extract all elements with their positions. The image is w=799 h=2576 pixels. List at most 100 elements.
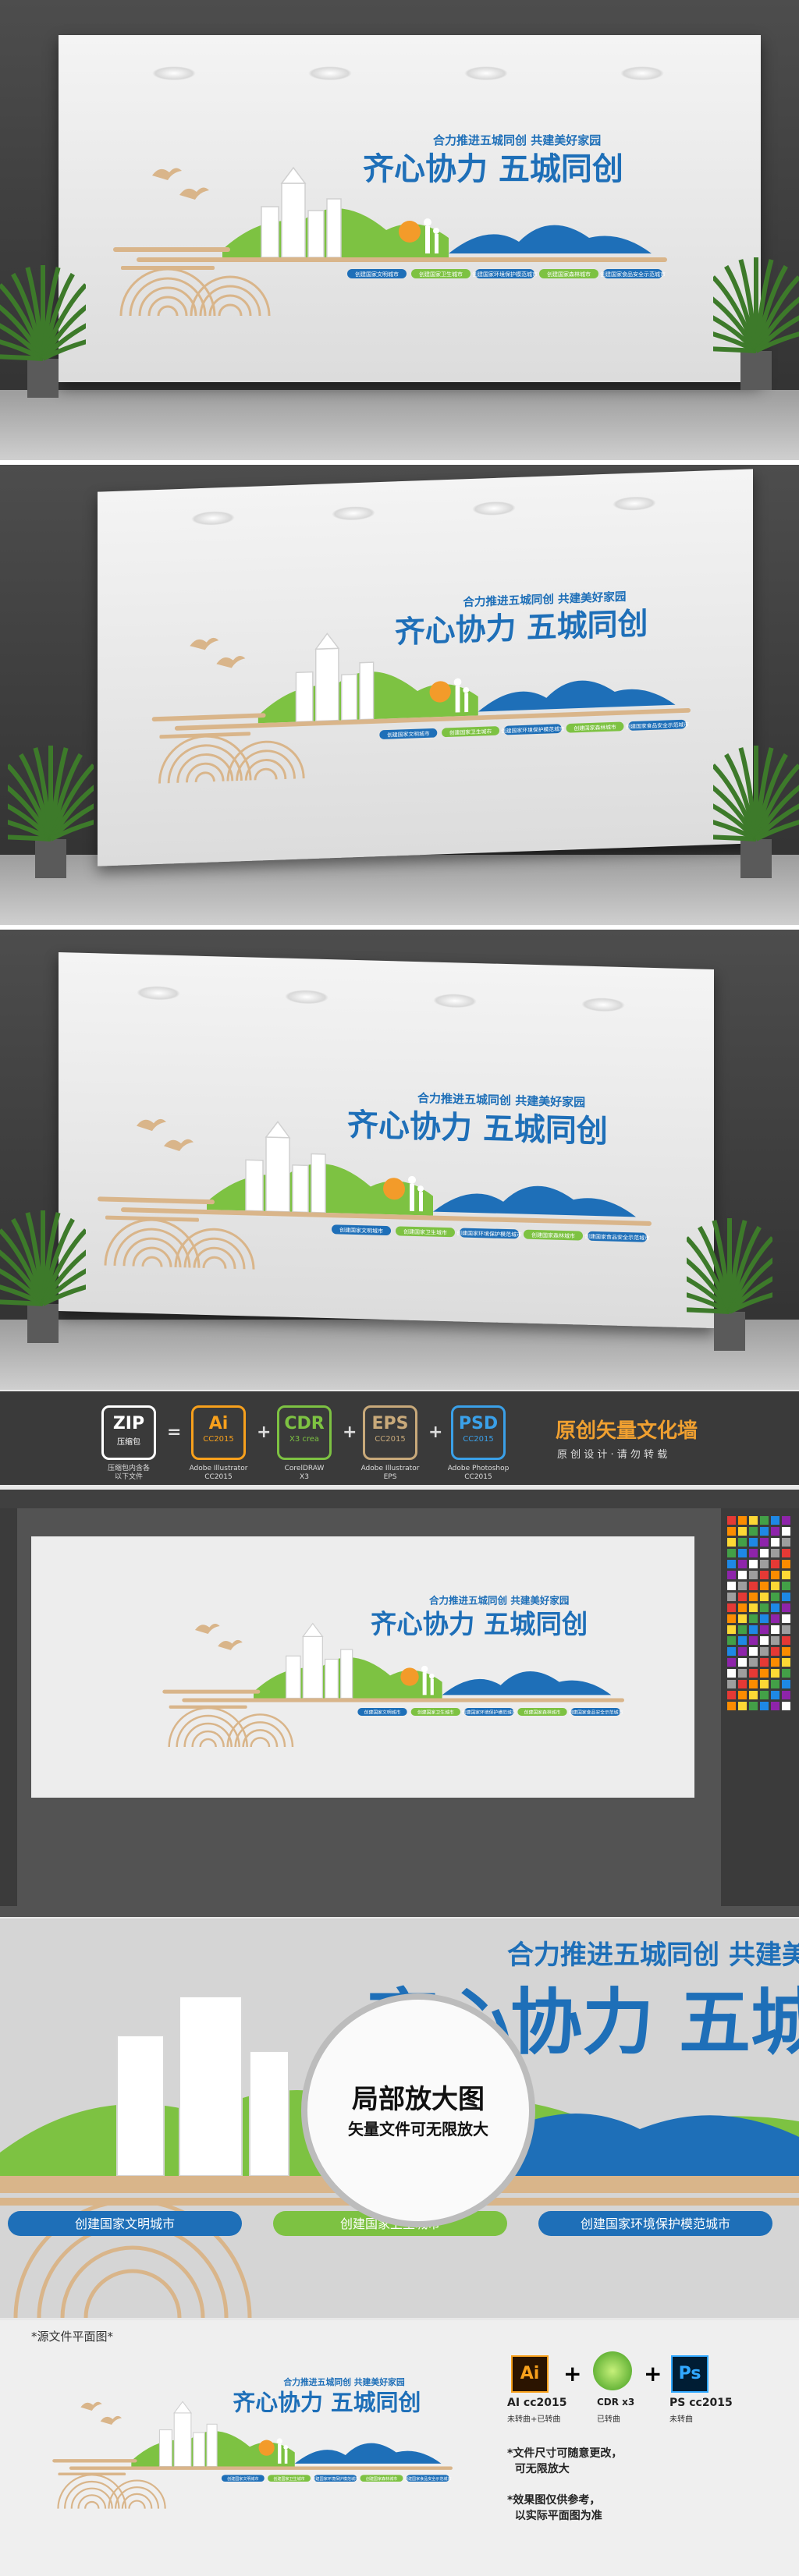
plus-icon: + — [563, 2361, 582, 2386]
plus-icon: + — [343, 1423, 357, 1442]
sign-tag-label: 创建国家卫生城市 — [403, 1228, 447, 1236]
blue-mountains — [433, 1185, 636, 1217]
plan-note-1: *文件尺寸可随意更改， 可无限放大 — [507, 2447, 623, 2475]
decorative-arcs — [158, 735, 305, 784]
sign-title: 齐心协力 五城同创 — [395, 607, 648, 650]
sign-title: 齐心协力 五城同创 — [371, 1609, 588, 1639]
tools-panel — [0, 1508, 17, 1906]
potted-plant-right — [687, 1218, 772, 1351]
sign-tag-label: 创建国家环境保护模范城市 — [311, 2476, 359, 2482]
blue-mountains — [449, 225, 652, 253]
sign-tag-label: 创建国家文明城市 — [227, 2476, 258, 2482]
potted-plant-left — [0, 265, 86, 398]
plus-icon: + — [644, 2361, 662, 2386]
spotlight — [332, 505, 375, 522]
sign-title: 齐心协力 五城同创 — [233, 2389, 421, 2415]
wall-board: 合力推进五城同创 共建美好家园 齐心协力 五城同创 创建国家文明城市 创建国家卫生城市… — [59, 35, 761, 382]
sign-tag-label: 创建国家文明城市 — [339, 1226, 383, 1234]
zoom-top-text: 合力推进五城同创 共建美好 — [507, 1940, 799, 1971]
spotlight — [464, 66, 508, 80]
sign-subtitle: 合力推进五城同创 共建美好家园 — [417, 1091, 585, 1110]
city-buildings — [261, 166, 342, 258]
potted-plant-left — [0, 1210, 86, 1343]
spotlight — [613, 495, 656, 512]
city-buildings — [158, 2401, 218, 2468]
plant-pot — [27, 359, 59, 398]
zoom-callout: 局部放大图 矢量文件可无限放大 — [301, 1993, 535, 2227]
zoom-tag-label: 创建国家文明城市 — [75, 2216, 175, 2231]
bird-icon — [80, 2401, 102, 2411]
sign-title: 齐心协力 五城同创 — [347, 1107, 608, 1150]
format-note: Adobe Illustrator CC2015 — [189, 1465, 248, 1481]
floor — [0, 1320, 799, 1390]
bird-icon — [179, 187, 209, 200]
culture-wall-sign: 合力推进五城同创 共建美好家园齐心协力 五城同创创建国家文明城市 创建国家卫生城市… — [162, 1595, 624, 1748]
city-buildings — [295, 632, 375, 723]
potted-plant-right — [713, 746, 799, 878]
blue-mountains — [442, 1671, 612, 1695]
format-badge-version: CC2015 — [463, 1435, 494, 1444]
sign-tag-label: 创建国家文明城市 — [364, 1710, 401, 1716]
plus-icon: + — [257, 1423, 272, 1442]
ai-label: AI cc2015 — [507, 2397, 567, 2409]
bird-icon — [164, 1139, 194, 1152]
ps-label: PS cc2015 — [669, 2397, 733, 2409]
floor — [0, 390, 799, 460]
zoom-title: 局部放大图 — [352, 2084, 485, 2115]
city-buildings — [286, 1622, 353, 1699]
format-note: Adobe Illustrator EPS — [360, 1465, 420, 1481]
cdr-note: 已转曲 — [597, 2415, 620, 2424]
format-badge: PSD CC2015 — [451, 1405, 506, 1460]
sign-subtitle: 合力推进五城同创 共建美好家园 — [462, 590, 626, 609]
plant-pot — [714, 1312, 745, 1351]
plant-pot — [35, 839, 66, 878]
bird-icon — [152, 168, 182, 180]
ps-note: 未转曲 — [669, 2415, 693, 2424]
spotlight — [620, 66, 664, 80]
bird-icon — [100, 2415, 123, 2425]
format-badge-version: CC2015 — [375, 1435, 406, 1444]
culture-wall-sign: 合力推进五城同创 共建美好家园齐心协力 五城同创创建国家文明城市 创建国家卫生城市… — [98, 1091, 652, 1270]
ai-icon: Ai — [511, 2355, 549, 2393]
bird-icon — [218, 1639, 243, 1650]
format-badge: Ai CC2015 — [191, 1405, 246, 1460]
potted-plant-left — [8, 746, 94, 878]
format-badge-version: CC2015 — [203, 1435, 234, 1444]
plus-icon: = — [167, 1423, 182, 1442]
spotlight — [308, 66, 352, 80]
format-badge-label: ZIP — [112, 1414, 145, 1433]
mockup-panel-3: 合力推进五城同创 共建美好家园 齐心协力 五城同创创建国家文明城市 创建国家卫生城市… — [0, 930, 799, 1390]
plan-label: *源文件平面图* — [31, 2330, 114, 2344]
brand-subtitle: 原 创 设 计 · 请 勿 转 载 — [557, 1449, 668, 1461]
sign-tag-label: 创建国家环境保护模范城市 — [462, 1710, 517, 1716]
city-buildings — [245, 1121, 326, 1214]
culture-wall-sign: 合力推进五城同创 共建美好家园齐心协力 五城同创创建国家文明城市 创建国家卫生城市… — [113, 133, 667, 317]
swatch-grid — [727, 1516, 790, 1710]
sign-tag-label: 创建国家食品安全示范城市 — [404, 2476, 452, 2482]
sign-title: 齐心协力 五城同创 — [363, 151, 623, 187]
sign-tag-label: 创建国家森林城市 — [524, 1710, 561, 1716]
sign-tag-label: 创建国家食品安全示范城市 — [568, 1710, 623, 1716]
decorative-arcs — [57, 2474, 166, 2509]
decorative-arcs — [119, 268, 271, 317]
sign-tag-label: 创建国家卫生城市 — [273, 2476, 304, 2482]
brand-title: 原创矢量文化墙 — [556, 1419, 698, 1443]
wall-board: 合力推进五城同创 共建美好家园 齐心协力 五城同创 创建国家文明城市 创建国家卫生城市… — [98, 469, 753, 866]
format-note: 压缩包内含各 以下文件 — [107, 1465, 150, 1481]
sign-tag-label: 创建国家森林城市 — [531, 1231, 575, 1239]
ai-note: 未转曲+已转曲 — [507, 2415, 561, 2424]
format-note: Adobe Photoshop CC2015 — [447, 1465, 510, 1481]
sign-tag-label: 创建国家文明城市 — [355, 271, 399, 278]
sign-tag-label: 创建国家森林城市 — [366, 2476, 397, 2482]
format-badge: CDR X3 crea — [277, 1405, 332, 1460]
bird-icon — [137, 1118, 166, 1132]
bird-icon — [190, 637, 219, 650]
plant-pot — [740, 839, 772, 878]
format-note: CorelDRAW X3 — [284, 1465, 325, 1481]
sign-subtitle: 合力推进五城同创 共建美好家园 — [283, 2376, 405, 2387]
mockup-panel-1: 合力推进五城同创 共建美好家园 齐心协力 五城同创 创建国家文明城市 创建国家卫生城市… — [0, 0, 799, 460]
sign-subtitle: 合力推进五城同创 共建美好家园 — [432, 133, 601, 147]
sun-icon — [399, 221, 421, 243]
editor-toolbar — [0, 1490, 799, 1508]
sign-subtitle: 合力推进五城同创 共建美好家园 — [429, 1595, 569, 1607]
